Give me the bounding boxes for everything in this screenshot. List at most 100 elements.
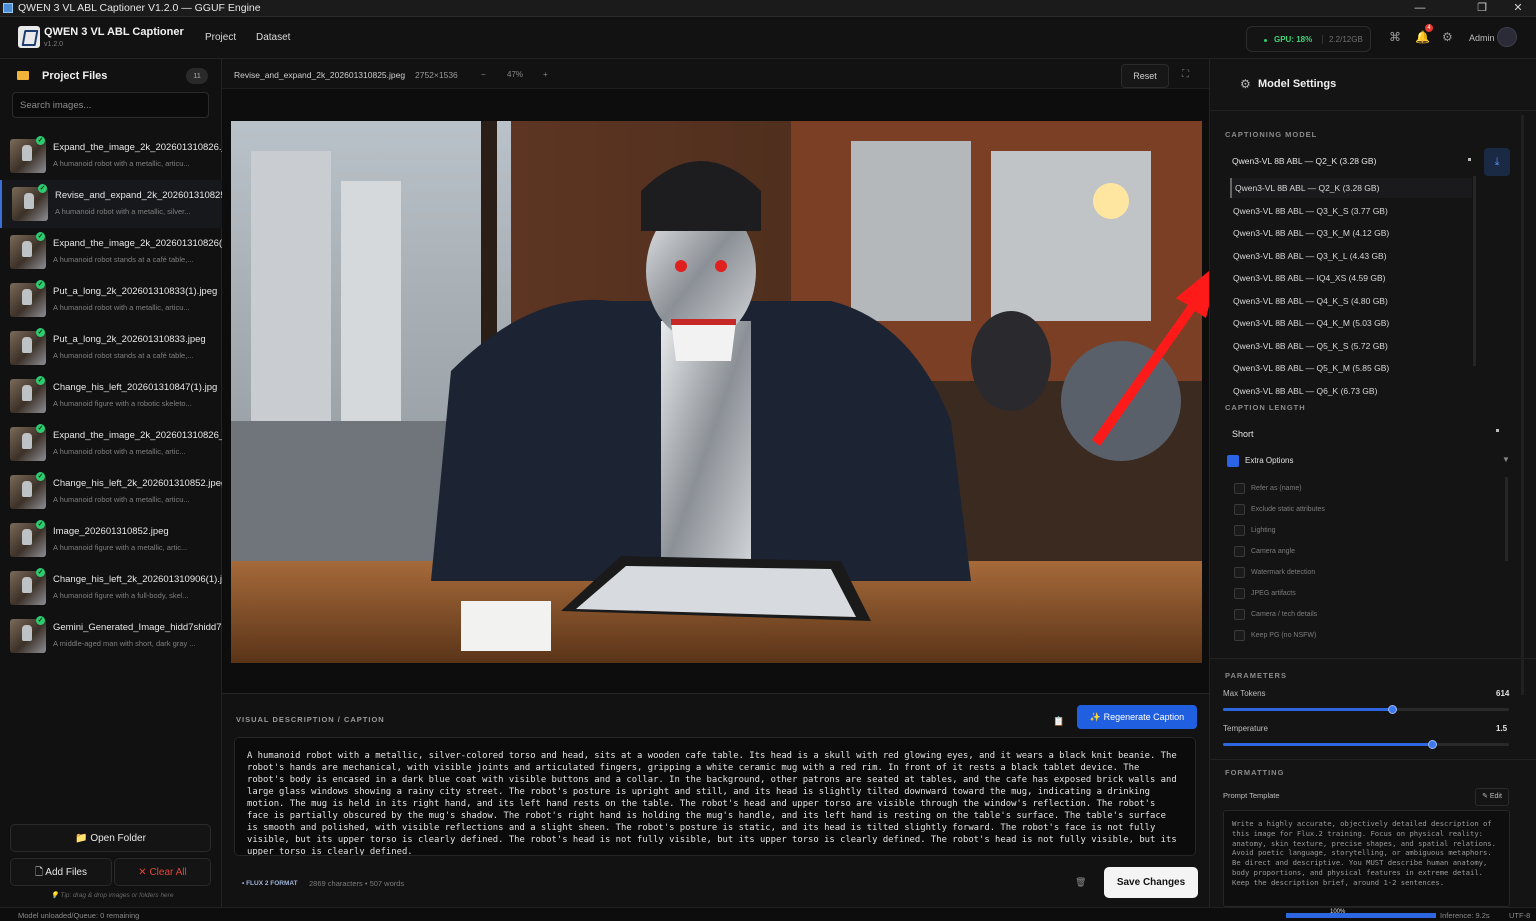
temperature-slider[interactable] xyxy=(1223,743,1509,746)
caption-label: VISUAL DESCRIPTION / CAPTION xyxy=(236,715,385,724)
extra-option-label: Refer as (name) xyxy=(1251,485,1302,492)
app-logo xyxy=(18,26,40,48)
temperature-slider-handle[interactable] xyxy=(1427,740,1437,749)
extra-option-checkbox[interactable] xyxy=(1234,483,1245,494)
file-list-item[interactable]: ✓ Image_202601310852.jpeg A humanoid figur… xyxy=(0,516,222,564)
file-list-item[interactable]: ✓ Change_his_left_2k_202601310906(1).jpeg… xyxy=(0,564,222,612)
open-folder-button[interactable]: 📁 Open Folder xyxy=(10,824,211,852)
file-list-item[interactable]: ✓ Change_his_left_2k_202601310852.jpeg A h… xyxy=(0,468,222,516)
model-select[interactable]: Qwen3-VL 8B ABL — Q2_K (3.28 GB) xyxy=(1232,156,1376,166)
reset-button[interactable]: Reset xyxy=(1121,64,1169,88)
file-list-item[interactable]: ✓ Gemini_Generated_Image_hidd7shidd7shidd… xyxy=(0,612,222,660)
extra-option-label: Camera angle xyxy=(1251,548,1295,555)
check-icon: ✓ xyxy=(36,568,45,577)
clipboard-icon[interactable]: 📋 xyxy=(1053,716,1064,727)
drag-drop-tip: 💡 Tip: drag & drop images or folders her… xyxy=(50,892,174,899)
select-indicator-icon xyxy=(1496,429,1499,432)
canvas-toolbar: Revise_and_expand_2k_202601310825.jpeg 2… xyxy=(222,59,1209,89)
avatar[interactable] xyxy=(1497,27,1517,47)
nav-tab-dataset[interactable]: Dataset xyxy=(256,32,290,43)
inference-time: Inference: 9.2s xyxy=(1440,911,1490,920)
file-name: Change_his_left_2k_202601310852.jpeg xyxy=(53,478,222,489)
trash-icon[interactable]: 🗑 xyxy=(1075,877,1086,888)
file-caption-preview: A humanoid robot with a metallic, silver… xyxy=(55,207,191,216)
download-icon[interactable]: ⤓ xyxy=(1484,148,1510,176)
check-icon: ✓ xyxy=(36,328,45,337)
check-icon: ✓ xyxy=(36,232,45,241)
file-caption-preview: A middle-aged man with short, dark gray … xyxy=(53,639,196,648)
extra-option-checkbox[interactable] xyxy=(1234,609,1245,620)
extra-options-scrollbar[interactable] xyxy=(1505,477,1508,561)
extra-option-checkbox[interactable] xyxy=(1234,630,1245,641)
red-arrow-annotation xyxy=(1092,262,1220,446)
gear-icon: ⚙ xyxy=(1240,77,1251,91)
add-files-button[interactable]: 🗋 Add Files xyxy=(10,858,112,886)
extra-option-checkbox[interactable] xyxy=(1234,525,1245,536)
extra-option-label: Keep PG (no NSFW) xyxy=(1251,632,1317,639)
captioning-model-label: CAPTIONING MODEL xyxy=(1225,130,1318,139)
file-name: Expand_the_image_2k_202601310826(1).jpeg xyxy=(53,238,222,249)
file-list-item[interactable]: ✓ Expand_the_image_2k_202601310826_block A… xyxy=(0,420,222,468)
model-option[interactable]: Qwen3-VL 8B ABL — Q3_K_L (4.43 GB) xyxy=(1230,246,1472,266)
caption-length-select[interactable]: Short xyxy=(1232,429,1254,439)
extra-option-checkbox[interactable] xyxy=(1234,546,1245,557)
max-tokens-slider[interactable] xyxy=(1223,708,1509,711)
edit-template-button[interactable]: ✎ Edit xyxy=(1475,788,1509,806)
user-name[interactable]: Admin xyxy=(1469,33,1495,43)
zoom-in-button[interactable]: + xyxy=(543,70,548,79)
extra-option-checkbox[interactable] xyxy=(1234,588,1245,599)
file-list-item[interactable]: ✓ Expand_the_image_2k_202601310826.jpeg A … xyxy=(0,132,222,180)
model-option[interactable]: Qwen3-VL 8B ABL — Q4_K_S (4.80 GB) xyxy=(1230,291,1472,311)
extra-option-label: Exclude static attributes xyxy=(1251,506,1325,513)
minimize-icon[interactable]: — xyxy=(1404,0,1436,17)
file-name: Expand_the_image_2k_202601310826_block xyxy=(53,430,222,441)
zoom-out-button[interactable]: − xyxy=(481,70,486,79)
gear-icon[interactable]: ⚙ xyxy=(1442,30,1453,44)
file-list-item[interactable]: ✓ Expand_the_image_2k_202601310826(1).jpe… xyxy=(0,228,222,276)
regenerate-caption-button[interactable]: ✨ Regenerate Caption xyxy=(1077,705,1197,729)
extra-option-checkbox[interactable] xyxy=(1234,504,1245,515)
select-indicator-icon xyxy=(1468,158,1471,161)
check-icon: ✓ xyxy=(36,136,45,145)
nav-tab-project[interactable]: Project xyxy=(205,32,236,43)
caption-textarea[interactable]: A humanoid robot with a metallic, silver… xyxy=(234,737,1196,856)
file-caption-preview: A humanoid figure with a robotic skeleto… xyxy=(53,399,192,408)
file-list-item[interactable]: ✓ Change_his_left_202601310847(1).jpg A hu… xyxy=(0,372,222,420)
model-option[interactable]: Qwen3-VL 8B ABL — Q5_K_M (5.85 GB) xyxy=(1230,358,1472,378)
search-input[interactable] xyxy=(12,92,209,118)
max-tokens-slider-handle[interactable] xyxy=(1387,705,1397,714)
chevron-down-icon[interactable]: ▼ xyxy=(1502,455,1510,464)
progress-bar xyxy=(1286,913,1436,918)
extra-option-label: Lighting xyxy=(1251,527,1276,534)
extra-option-label: Camera / tech details xyxy=(1251,611,1318,618)
prompt-template-textarea[interactable]: Write a highly accurate, objectively det… xyxy=(1223,810,1510,907)
format-tag: • FLUX 2 FORMAT xyxy=(242,880,298,887)
file-name: Change_his_left_202601310847(1).jpg xyxy=(53,382,218,393)
model-option[interactable]: Qwen3-VL 8B ABL — Q3_K_S (3.77 GB) xyxy=(1230,201,1472,221)
file-list-item[interactable]: ✓ Put_a_long_2k_202601310833(1).jpeg A hum… xyxy=(0,276,222,324)
maximize-icon[interactable]: ❐ xyxy=(1466,0,1498,17)
model-option[interactable]: Qwen3-VL 8B ABL — IQ4_XS (4.59 GB) xyxy=(1230,268,1472,288)
extra-option-checkbox[interactable] xyxy=(1234,567,1245,578)
save-changes-button[interactable]: Save Changes xyxy=(1104,867,1198,898)
file-list-item[interactable]: ✓ Revise_and_expand_2k_202601310825.jpeg A… xyxy=(0,180,224,228)
model-option[interactable]: Qwen3-VL 8B ABL — Q5_K_S (5.72 GB) xyxy=(1230,336,1472,356)
extra-options-checkbox[interactable] xyxy=(1227,455,1239,467)
file-icon: 🗋 xyxy=(35,867,44,878)
file-name: Image_202601310852.jpeg xyxy=(53,526,169,537)
vram-usage: 2.2/12GB xyxy=(1322,35,1363,44)
model-option[interactable]: Qwen3-VL 8B ABL — Q6_K (6.73 GB) xyxy=(1230,381,1472,401)
model-option[interactable]: Qwen3-VL 8B ABL — Q3_K_M (4.12 GB) xyxy=(1230,223,1472,243)
model-option[interactable]: Qwen3-VL 8B ABL — Q2_K (3.28 GB) xyxy=(1230,178,1472,198)
bell-icon[interactable]: 🔔 xyxy=(1415,30,1430,44)
shortcut-icon[interactable]: ⌘ xyxy=(1389,30,1401,44)
model-list-scrollbar[interactable] xyxy=(1473,176,1476,366)
model-option[interactable]: Qwen3-VL 8B ABL — Q4_K_M (5.03 GB) xyxy=(1230,313,1472,333)
close-icon[interactable]: ✕ xyxy=(1502,0,1534,17)
add-files-label: Add Files xyxy=(45,867,87,878)
file-list-item[interactable]: ✓ Put_a_long_2k_202601310833.jpeg A humano… xyxy=(0,324,222,372)
window-titlebar: QWEN 3 VL ABL Captioner V1.2.0 — GGUF En… xyxy=(0,0,1536,17)
clear-all-button[interactable]: ✕ Clear All xyxy=(114,858,211,886)
fullscreen-icon[interactable]: ⛶ xyxy=(1182,69,1189,80)
settings-scrollbar[interactable] xyxy=(1521,115,1524,695)
